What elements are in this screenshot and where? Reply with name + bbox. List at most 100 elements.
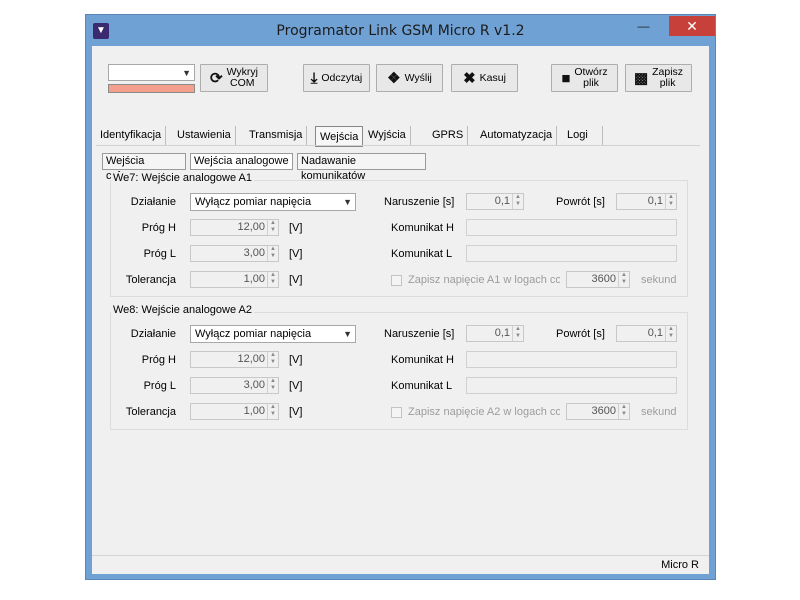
return-label: Powrót [s]	[556, 196, 605, 208]
return-label: Powrót [s]	[556, 328, 605, 340]
delete-label: Kasuj	[479, 72, 506, 84]
unit-v-label: [V]	[289, 248, 303, 260]
input-group-a2: We8: Wejście analogowe A2 Działanie Wyłą…	[110, 304, 688, 430]
tab-gprs[interactable]: GPRS	[428, 126, 469, 146]
log-interval-stepper-a1[interactable]: 3600 ▲ ▼	[566, 271, 630, 288]
tab-wyjscia[interactable]: Wyjścia	[364, 126, 411, 146]
threshold-h-stepper-a1[interactable]: 12,00 ▲ ▼	[190, 219, 279, 236]
threshold-h-label: Próg H	[141, 354, 176, 366]
spin-arrows-icon[interactable]: ▲ ▼	[267, 220, 278, 235]
client-area: ▼ ⟳ Wykryj COM ⤓ Odczytaj ❖ Wyślij ✖ Kasu…	[92, 46, 709, 574]
seconds-label: sekund	[641, 274, 677, 286]
minimize-button[interactable]: —	[630, 16, 657, 36]
unit-v-label: [V]	[289, 406, 303, 418]
unit-v-label: [V]	[289, 222, 303, 234]
message-l-label: Komunikat L	[391, 248, 453, 260]
com-port-select[interactable]: ▼	[108, 64, 195, 81]
subtab-analog-inputs[interactable]: Wejścia analogowe	[190, 153, 293, 170]
threshold-l-label: Próg L	[143, 380, 176, 392]
subtab-digital-inputs[interactable]: Wejścia cyfrowe	[102, 153, 186, 182]
chevron-down-icon: ▼	[182, 68, 191, 78]
com-status-indicator	[108, 84, 195, 93]
save-file-button[interactable]: ▩ Zapisz plik	[625, 64, 692, 92]
unit-v-label: [V]	[289, 380, 303, 392]
threshold-h-label: Próg H	[141, 222, 176, 234]
log-checkbox-a1[interactable]	[391, 275, 402, 286]
spin-arrows-icon[interactable]: ▲ ▼	[665, 194, 676, 209]
tolerance-value-a1: 1,00	[243, 273, 265, 285]
log-checkbox-label-a2: Zapisz napięcie A2 w logach co	[408, 406, 560, 418]
action-label: Działanie	[130, 328, 176, 340]
tab-automatyzacja[interactable]: Automatyzacja	[476, 126, 558, 146]
message-h-field-a1[interactable]	[466, 219, 677, 236]
device-status: Micro R	[661, 559, 699, 571]
open-file-button[interactable]: ■ Otwórz plik	[551, 64, 618, 92]
close-button[interactable]: ✕	[669, 16, 715, 36]
refresh-icon: ⟳	[210, 70, 223, 87]
group-title-a2: We8: Wejście analogowe A2	[111, 304, 255, 316]
tolerance-stepper-a1[interactable]: 1,00 ▲ ▼	[190, 271, 279, 288]
action-select-a1-value: Wyłącz pomiar napięcia	[195, 196, 312, 208]
unit-v-label: [V]	[289, 274, 303, 286]
threshold-l-stepper-a2[interactable]: 3,00 ▲ ▼	[190, 377, 279, 394]
send-button[interactable]: ❖ Wyślij	[376, 64, 443, 92]
save-file-label-2: plik	[659, 77, 676, 89]
log-interval-value-a1: 3600	[591, 273, 616, 285]
action-label: Działanie	[130, 196, 176, 208]
spin-arrows-icon[interactable]: ▲ ▼	[267, 272, 278, 287]
return-value-a1: 0,1	[647, 195, 663, 207]
tolerance-label: Tolerancja	[125, 406, 176, 418]
return-value-a2: 0,1	[647, 327, 663, 339]
threshold-h-value-a1: 12,00	[237, 221, 265, 233]
violation-value-a1: 0,1	[494, 195, 510, 207]
spin-arrows-icon[interactable]: ▲ ▼	[618, 404, 629, 419]
detect-com-label-2: COM	[230, 77, 255, 89]
detect-com-button[interactable]: ⟳ Wykryj COM	[200, 64, 268, 92]
message-h-field-a2[interactable]	[466, 351, 677, 368]
spin-arrows-icon[interactable]: ▲ ▼	[267, 404, 278, 419]
read-label: Odczytaj	[321, 72, 363, 84]
violation-stepper-a1[interactable]: 0,1 ▲ ▼	[466, 193, 524, 210]
action-select-a2[interactable]: Wyłącz pomiar napięcia ▼	[190, 325, 356, 343]
log-interval-value-a2: 3600	[591, 405, 616, 417]
message-h-label: Komunikat H	[391, 354, 454, 366]
tab-ustawienia[interactable]: Ustawienia	[173, 126, 236, 146]
folder-icon: ■	[561, 69, 571, 87]
violation-label: Naruszenie [s]	[384, 196, 455, 208]
message-l-field-a2[interactable]	[466, 377, 677, 394]
read-button[interactable]: ⤓ Odczytaj	[303, 64, 370, 92]
subtab-message-sending[interactable]: Nadawanie komunikatów	[297, 153, 426, 182]
spin-arrows-icon[interactable]: ▲ ▼	[665, 326, 676, 341]
action-select-a1[interactable]: Wyłącz pomiar napięcia ▼	[190, 193, 356, 211]
spin-arrows-icon[interactable]: ▲ ▼	[267, 352, 278, 367]
title-bar: ▼ Programator Link GSM Micro R v1.2 — ✕	[86, 15, 715, 47]
spin-arrows-icon[interactable]: ▲ ▼	[618, 272, 629, 287]
threshold-l-stepper-a1[interactable]: 3,00 ▲ ▼	[190, 245, 279, 262]
violation-value-a2: 0,1	[494, 327, 510, 339]
x-icon: ✖	[463, 70, 476, 87]
delete-button[interactable]: ✖ Kasuj	[451, 64, 518, 92]
spin-arrows-icon[interactable]: ▲ ▼	[267, 246, 278, 261]
tab-wejscia[interactable]: Wejścia	[315, 126, 364, 147]
log-interval-stepper-a2[interactable]: 3600 ▲ ▼	[566, 403, 630, 420]
violation-stepper-a2[interactable]: 0,1 ▲ ▼	[466, 325, 524, 342]
tolerance-label: Tolerancja	[125, 274, 176, 286]
log-checkbox-a2[interactable]	[391, 407, 402, 418]
threshold-h-value-a2: 12,00	[237, 353, 265, 365]
return-stepper-a2[interactable]: 0,1 ▲ ▼	[616, 325, 677, 342]
return-stepper-a1[interactable]: 0,1 ▲ ▼	[616, 193, 677, 210]
threshold-h-stepper-a2[interactable]: 12,00 ▲ ▼	[190, 351, 279, 368]
tab-divider	[96, 145, 700, 146]
tolerance-value-a2: 1,00	[243, 405, 265, 417]
tolerance-stepper-a2[interactable]: 1,00 ▲ ▼	[190, 403, 279, 420]
seconds-label: sekund	[641, 406, 677, 418]
tab-transmisja[interactable]: Transmisja	[245, 126, 308, 146]
spin-arrows-icon[interactable]: ▲ ▼	[512, 326, 523, 341]
message-l-field-a1[interactable]	[466, 245, 677, 262]
log-checkbox-label-a1: Zapisz napięcie A1 w logach co	[408, 274, 560, 286]
tab-identyfikacja[interactable]: Identyfikacja	[96, 126, 167, 146]
tab-logi[interactable]: Logi	[563, 126, 603, 146]
spin-arrows-icon[interactable]: ▲ ▼	[267, 378, 278, 393]
threshold-l-value-a2: 3,00	[243, 379, 265, 391]
spin-arrows-icon[interactable]: ▲ ▼	[512, 194, 523, 209]
